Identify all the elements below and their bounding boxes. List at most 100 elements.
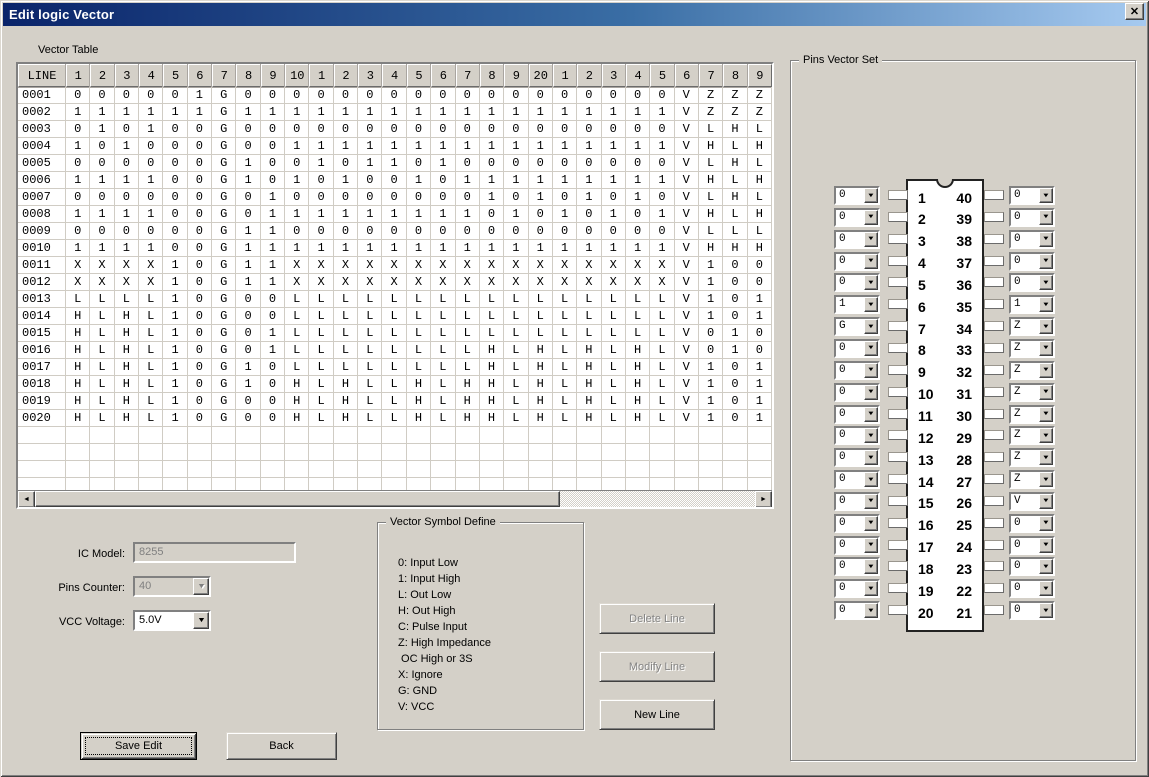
pin-21-value-select[interactable]: 0▼ bbox=[1009, 601, 1055, 620]
table-row[interactable]: 0020HLHL10G00HLHLLHLHHLHLHLHLV101 bbox=[18, 410, 772, 427]
vector-cell: H bbox=[407, 376, 431, 393]
pin-3-value-select[interactable]: 0▼ bbox=[834, 230, 880, 249]
scroll-right-button[interactable]: ► bbox=[755, 491, 772, 508]
pin-8-value-select[interactable]: 0▼ bbox=[834, 339, 880, 358]
back-button[interactable]: Back bbox=[226, 732, 337, 760]
pin-26-lead bbox=[984, 496, 1004, 506]
pin-24-value-select[interactable]: 0▼ bbox=[1009, 536, 1055, 555]
pin-31-value-select[interactable]: Z▼ bbox=[1009, 383, 1055, 402]
pin-14-lead bbox=[888, 474, 908, 484]
vector-cell: 1 bbox=[553, 206, 577, 223]
pin-13-value-select[interactable]: 0▼ bbox=[834, 448, 880, 467]
pin-40-value-select[interactable]: 0▼ bbox=[1009, 186, 1055, 205]
pin-10-value-select[interactable]: 0▼ bbox=[834, 383, 880, 402]
vector-cell: G bbox=[212, 257, 236, 274]
table-row[interactable]: 0003010100G000000000000000000VLHL bbox=[18, 121, 772, 138]
table-row[interactable]: 0009000000G110000000000000000VLLL bbox=[18, 223, 772, 240]
vector-cell: H bbox=[699, 240, 723, 257]
empty-cell bbox=[139, 478, 163, 490]
table-row[interactable]: 0019HLHL10G00HLHLLHLHHLHLHLHLV101 bbox=[18, 393, 772, 410]
pin-14-value-select[interactable]: 0▼ bbox=[834, 470, 880, 489]
pin-22-value-select[interactable]: 0▼ bbox=[1009, 579, 1055, 598]
vector-cell: H bbox=[115, 342, 139, 359]
table-row[interactable]: 0007000000G010000000010101010VLHL bbox=[18, 189, 772, 206]
pin-2-value-select[interactable]: 0▼ bbox=[834, 208, 880, 227]
pin-20-value-select[interactable]: 0▼ bbox=[834, 601, 880, 620]
vector-cell: G bbox=[212, 274, 236, 291]
pin-4-value-select[interactable]: 0▼ bbox=[834, 252, 880, 271]
table-row[interactable]: 0011XXXX10G11XXXXXXXXXXXXXXXXV100 bbox=[18, 257, 772, 274]
pin-35-value-select[interactable]: 1▼ bbox=[1009, 295, 1055, 314]
pin-34-value-select[interactable]: Z▼ bbox=[1009, 317, 1055, 336]
pin-29-value-select[interactable]: Z▼ bbox=[1009, 426, 1055, 445]
pin-39-value-select[interactable]: 0▼ bbox=[1009, 208, 1055, 227]
delete-line-button: Delete Line bbox=[599, 603, 715, 634]
pin-28-value-select[interactable]: Z▼ bbox=[1009, 448, 1055, 467]
scrollbar-track[interactable] bbox=[560, 491, 755, 507]
table-row[interactable]: 0001000001G000000000000000000VZZZ bbox=[18, 87, 772, 104]
vector-cell: 0 bbox=[285, 223, 309, 240]
table-row[interactable]: 0014HLHL10G00LLLLLLLLLLLLLLLLV101 bbox=[18, 308, 772, 325]
pin-31-value: Z bbox=[1011, 385, 1039, 400]
pin-37-value-select[interactable]: 0▼ bbox=[1009, 252, 1055, 271]
pin-9-value-select[interactable]: 0▼ bbox=[834, 361, 880, 380]
table-row[interactable]: 0004101000G001111111111111111VHLH bbox=[18, 138, 772, 155]
table-row[interactable]: 0012XXXX10G11XXXXXXXXXXXXXXXXV100 bbox=[18, 274, 772, 291]
chip-pin-number: 13 bbox=[918, 450, 934, 470]
table-row[interactable]: 0018HLHL10G10HLHLLHLHHLHLHLHLV101 bbox=[18, 376, 772, 393]
vector-cell: 0 bbox=[456, 121, 480, 138]
pin-25-value-select[interactable]: 0▼ bbox=[1009, 514, 1055, 533]
table-row[interactable]: 0013LLLL10G00LLLLLLLLLLLLLLLLV101 bbox=[18, 291, 772, 308]
pin-19-value-select[interactable]: 0▼ bbox=[834, 579, 880, 598]
vcc-voltage-combo[interactable]: 5.0V ▼ bbox=[133, 610, 211, 631]
pin-5-value-select[interactable]: 0▼ bbox=[834, 273, 880, 292]
pin-32-value-select[interactable]: Z▼ bbox=[1009, 361, 1055, 380]
save-edit-button[interactable]: Save Edit bbox=[80, 732, 197, 760]
table-row[interactable]: 0015HLHL10G01LLLLLLLLLLLLLLLLV010 bbox=[18, 325, 772, 342]
pin-27-value-select[interactable]: Z▼ bbox=[1009, 470, 1055, 489]
new-line-button[interactable]: New Line bbox=[599, 699, 715, 730]
vector-cell: 0 bbox=[115, 155, 139, 172]
vector-cell: 1 bbox=[723, 342, 747, 359]
pin-33-value-select[interactable]: Z▼ bbox=[1009, 339, 1055, 358]
pin-6-value-select[interactable]: 1▼ bbox=[834, 295, 880, 314]
pin-7-value-select[interactable]: G▼ bbox=[834, 317, 880, 336]
vector-cell: G bbox=[212, 308, 236, 325]
pin-16-value-select[interactable]: 0▼ bbox=[834, 514, 880, 533]
table-row[interactable]: 0002111111G111111111111111111VZZZ bbox=[18, 104, 772, 121]
vector-cell: 0 bbox=[723, 291, 747, 308]
line-number-cell: 0008 bbox=[18, 206, 66, 223]
pin-38-value-select[interactable]: 0▼ bbox=[1009, 230, 1055, 249]
pin-36-value-select[interactable]: 0▼ bbox=[1009, 273, 1055, 292]
vector-cell: 1 bbox=[66, 240, 90, 257]
empty-cell bbox=[602, 444, 626, 461]
table-row[interactable]: 0017HLHL10G10LLLLLLLLHLHLHLHLV101 bbox=[18, 359, 772, 376]
close-button[interactable]: ✕ bbox=[1125, 3, 1144, 20]
vector-cell: 0 bbox=[261, 359, 285, 376]
pin-17-value-select[interactable]: 0▼ bbox=[834, 536, 880, 555]
pin-15-value-select[interactable]: 0▼ bbox=[834, 492, 880, 511]
empty-cell bbox=[261, 444, 285, 461]
table-row[interactable]: 0006111100G101010010111111111VHLH bbox=[18, 172, 772, 189]
pin-1-value-select[interactable]: 0▼ bbox=[834, 186, 880, 205]
empty-cell bbox=[334, 461, 358, 478]
pin-12-value-select[interactable]: 0▼ bbox=[834, 426, 880, 445]
scroll-left-button[interactable]: ◄ bbox=[18, 491, 35, 508]
pin-23-value-select[interactable]: 0▼ bbox=[1009, 557, 1055, 576]
table-row[interactable]: 0016HLHL10G01LLLLLLLLHLHLHLHLV010 bbox=[18, 342, 772, 359]
empty-cell bbox=[66, 427, 90, 444]
pin-13-lead bbox=[888, 452, 908, 462]
table-row[interactable]: 0010111100G111111111111111111VHHH bbox=[18, 240, 772, 257]
table-row[interactable]: 0008111100G011111111101010101VHLH bbox=[18, 206, 772, 223]
table-row[interactable]: 0005000000G100101101000000000VLHL bbox=[18, 155, 772, 172]
pin-26-value-select[interactable]: V▼ bbox=[1009, 492, 1055, 511]
vector-cell: L bbox=[90, 410, 114, 427]
delete-line-label: Delete Line bbox=[629, 613, 685, 625]
pin-30-value-select[interactable]: Z▼ bbox=[1009, 405, 1055, 424]
scrollbar-thumb[interactable] bbox=[35, 491, 560, 507]
vector-cell: 1 bbox=[650, 172, 674, 189]
pin-11-value-select[interactable]: 0▼ bbox=[834, 405, 880, 424]
vector-cell: 0 bbox=[236, 121, 260, 138]
pin-18-value-select[interactable]: 0▼ bbox=[834, 557, 880, 576]
empty-cell bbox=[115, 444, 139, 461]
